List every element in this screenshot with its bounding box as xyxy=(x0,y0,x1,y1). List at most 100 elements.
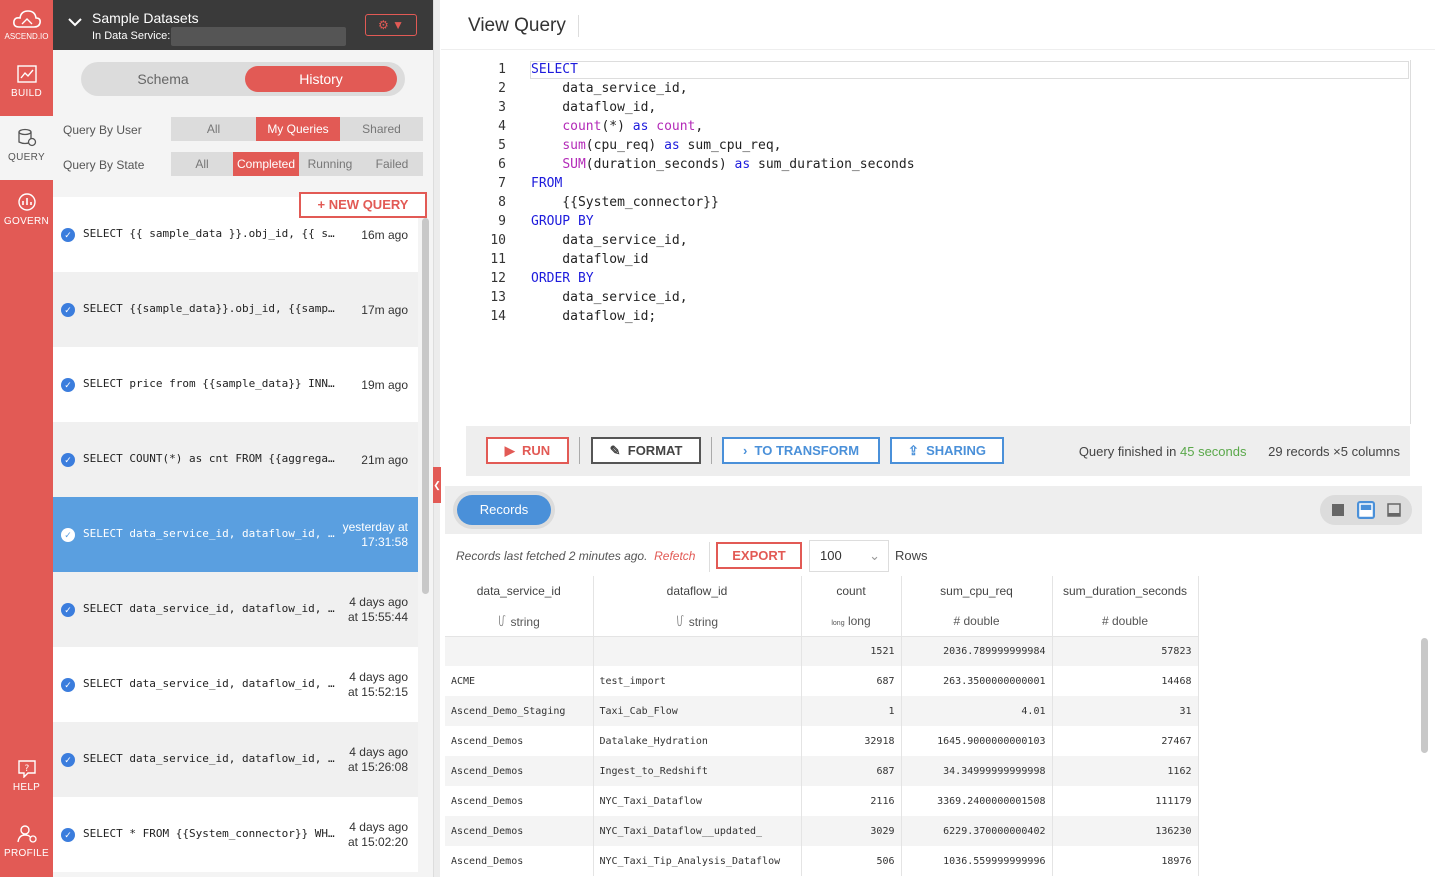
table-cell[interactable]: 14468 xyxy=(1052,666,1199,696)
table-cell[interactable]: 263.3500000000001 xyxy=(901,666,1053,696)
column-header[interactable]: dataflow_id xyxy=(593,576,802,606)
table-cell[interactable]: 6229.370000000402 xyxy=(901,816,1053,846)
tab-records[interactable]: Records xyxy=(457,495,551,525)
table-cell[interactable]: 4.01 xyxy=(901,696,1053,726)
table-cell[interactable]: Ascend_Demos xyxy=(445,786,594,816)
state-filter-group: All Completed Running Failed xyxy=(171,152,423,176)
results-scrollbar[interactable] xyxy=(1421,638,1428,753)
table-cell[interactable]: 27467 xyxy=(1052,726,1199,756)
hash-icon: # xyxy=(953,613,961,628)
column-type-label: double xyxy=(1111,613,1149,628)
nav-govern[interactable]: GOVERN xyxy=(0,180,53,244)
table-cell[interactable]: 506 xyxy=(801,846,902,876)
table-cell[interactable]: NYC_Taxi_Tip_Analysis_Dataflow xyxy=(593,846,802,876)
main-area: View Query 1 2 3 4 5 6 7 8 9 10 11 12 13… xyxy=(441,0,1435,877)
collapse-panel-icon[interactable]: ❮ xyxy=(433,467,441,503)
table-cell[interactable]: Ascend_Demos xyxy=(445,846,594,876)
table-cell[interactable]: 1162 xyxy=(1052,756,1199,786)
history-item[interactable]: ✓ SELECT * FROM {{System_connector}} WHE… xyxy=(53,797,418,872)
history-item[interactable]: ✓ SELECT data_service_id, dataflow_id, s… xyxy=(53,647,418,722)
history-item[interactable]: ✓ SELECT data_service_id, dataflow_id, s… xyxy=(53,722,418,797)
rows-select[interactable]: 100 ⌄ xyxy=(809,540,889,572)
column-header[interactable]: sum_duration_seconds xyxy=(1052,576,1199,606)
table-cell[interactable]: 3369.2400000001508 xyxy=(901,786,1053,816)
settings-dropdown-button[interactable]: ⚙ ▼ xyxy=(365,14,417,36)
state-filter-running[interactable]: Running xyxy=(299,152,361,176)
history-item-selected[interactable]: ✓ SELECT data_service_id, dataflow_id, c… xyxy=(53,497,418,572)
code-line: GROUP BY xyxy=(531,214,594,229)
column-header[interactable]: sum_cpu_req xyxy=(901,576,1053,606)
layout-results-icon[interactable] xyxy=(1385,501,1403,519)
table-cell[interactable]: NYC_Taxi_Dataflow__updated_ xyxy=(593,816,802,846)
table-cell[interactable]: 57823 xyxy=(1052,636,1199,666)
table-cell[interactable]: Ascend_Demo_Staging xyxy=(445,696,594,726)
history-item[interactable]: ✓ SELECT COUNT(*) as cnt FROM {{aggregat… xyxy=(53,422,418,497)
history-item[interactable]: ✓ SELECT price from {{sample_data}} INNE… xyxy=(53,347,418,422)
format-button[interactable]: ✎ FORMAT xyxy=(591,437,701,464)
table-cell[interactable]: 687 xyxy=(801,666,902,696)
column-type: long long xyxy=(801,606,902,637)
table-cell[interactable]: 1036.559999999996 xyxy=(901,846,1053,876)
user-filter-all[interactable]: All xyxy=(171,117,256,141)
panel-divider[interactable] xyxy=(433,0,440,877)
header-divider xyxy=(578,15,579,37)
sharing-button[interactable]: ⇪ SHARING xyxy=(890,437,1004,464)
table-cell[interactable]: 1 xyxy=(801,696,902,726)
nav-query[interactable]: QUERY xyxy=(0,116,53,180)
table-cell[interactable]: 2116 xyxy=(801,786,902,816)
to-transform-button[interactable]: › TO TRANSFORM xyxy=(722,437,880,464)
table-cell[interactable]: 31 xyxy=(1052,696,1199,726)
string-type-icon: ꒥ xyxy=(497,614,508,629)
table-cell[interactable]: 2036.789999999984 xyxy=(901,636,1053,666)
table-cell[interactable]: Ascend_Demos xyxy=(445,816,594,846)
table-cell[interactable]: Datalake_Hydration xyxy=(593,726,802,756)
state-filter-failed[interactable]: Failed xyxy=(361,152,423,176)
table-cell[interactable]: test_import xyxy=(593,666,802,696)
tab-history[interactable]: History xyxy=(245,66,397,92)
table-cell[interactable]: ACME xyxy=(445,666,594,696)
brush-icon: ✎ xyxy=(609,443,621,458)
table-cell[interactable]: 1645.9000000000103 xyxy=(901,726,1053,756)
ascend-logo[interactable]: ASCEND.IO xyxy=(0,0,53,48)
table-cell[interactable]: 136230 xyxy=(1052,816,1199,846)
nav-help[interactable]: ? HELP xyxy=(0,748,53,812)
user-filter-shared[interactable]: Shared xyxy=(340,117,423,141)
cloud-logo-icon xyxy=(12,10,41,28)
query-by-user-label: Query By User xyxy=(63,123,142,137)
nav-build[interactable]: BUILD xyxy=(0,52,53,116)
history-item[interactable]: ✓ SELECT {{sample_data}}.obj_id, {{sampl… xyxy=(53,272,418,347)
history-scrollbar[interactable] xyxy=(422,218,429,594)
state-filter-completed[interactable]: Completed xyxy=(233,152,299,176)
column-header[interactable]: count xyxy=(801,576,902,606)
tab-schema[interactable]: Schema xyxy=(87,66,239,92)
table-cell[interactable]: Ascend_Demos xyxy=(445,726,594,756)
table-cell[interactable]: 687 xyxy=(801,756,902,786)
table-cell[interactable]: 34.34999999999998 xyxy=(901,756,1053,786)
layout-editor-icon[interactable] xyxy=(1329,501,1347,519)
table-cell[interactable]: 111179 xyxy=(1052,786,1199,816)
user-filter-my-queries[interactable]: My Queries xyxy=(256,117,340,141)
table-cell[interactable]: NYC_Taxi_Dataflow xyxy=(593,786,802,816)
run-button[interactable]: ▶ RUN xyxy=(486,437,569,464)
code-line: dataflow_id; xyxy=(531,309,657,324)
state-filter-all[interactable]: All xyxy=(171,152,233,176)
table-cell[interactable]: Ingest_to_Redshift xyxy=(593,756,802,786)
table-cell[interactable]: 3029 xyxy=(801,816,902,846)
chevron-down-icon[interactable] xyxy=(67,14,83,30)
table-cell[interactable]: 32918 xyxy=(801,726,902,756)
refetch-link[interactable]: Refetch xyxy=(654,549,695,563)
table-cell[interactable] xyxy=(593,636,802,666)
table-cell[interactable]: 1521 xyxy=(801,636,902,666)
records-summary: 29 records ×5 columns xyxy=(1268,444,1400,459)
history-item[interactable]: ✓ SELECT data_service_id, dataflow_id, c… xyxy=(53,572,418,647)
table-cell[interactable] xyxy=(445,636,594,666)
nav-profile[interactable]: PROFILE xyxy=(0,812,53,876)
sql-editor[interactable]: 1 2 3 4 5 6 7 8 9 10 11 12 13 14 SELECT … xyxy=(466,60,1411,424)
table-cell[interactable]: 18976 xyxy=(1052,846,1199,876)
column-header[interactable]: data_service_id xyxy=(445,576,594,606)
table-cell[interactable]: Ascend_Demos xyxy=(445,756,594,786)
new-query-button[interactable]: + NEW QUERY xyxy=(299,192,427,218)
export-button[interactable]: EXPORT xyxy=(716,542,802,569)
layout-split-icon[interactable] xyxy=(1357,501,1375,519)
table-cell[interactable]: Taxi_Cab_Flow xyxy=(593,696,802,726)
